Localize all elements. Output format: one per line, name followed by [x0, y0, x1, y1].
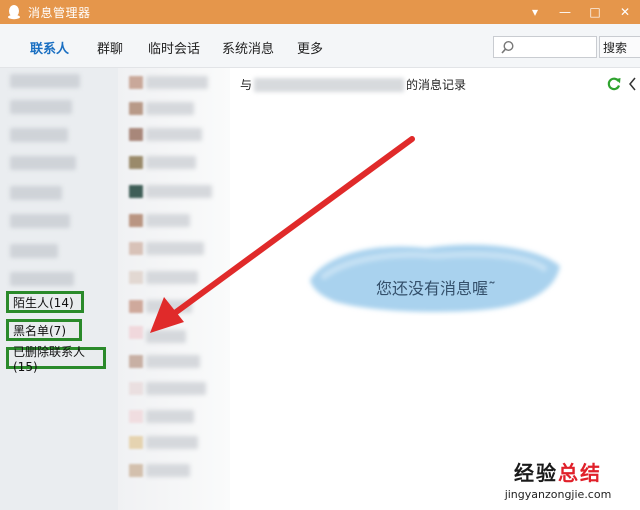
contact-name[interactable] — [146, 436, 198, 449]
message-record-panel: 与 的消息记录 您还没有消息喔˜ — [230, 68, 640, 510]
group-deleted-contacts[interactable]: 已删除联系人(15) — [6, 345, 106, 374]
contact-name[interactable] — [146, 102, 194, 115]
empty-message: 您还没有消息喔˜ — [376, 279, 497, 298]
watermark-url: jingyanzongjie.com — [504, 488, 612, 501]
tab-group-chat[interactable]: 群聊 — [97, 38, 123, 57]
contact-name[interactable] — [146, 271, 198, 284]
tab-contacts[interactable]: 联系人 — [30, 38, 69, 57]
collapse-arrow-icon[interactable] — [628, 74, 638, 98]
avatar — [129, 156, 143, 169]
avatar — [129, 185, 143, 198]
menu-dropdown-icon[interactable]: ▾ — [520, 0, 550, 24]
group-blacklist[interactable]: 黑名单(7) — [6, 319, 82, 341]
blurred-group[interactable] — [10, 186, 62, 200]
avatar — [129, 326, 143, 339]
group-strangers[interactable]: 陌生人(14) — [6, 291, 84, 313]
close-button[interactable]: ✕ — [610, 0, 640, 24]
avatar — [129, 128, 143, 141]
penguin-icon — [6, 4, 22, 20]
avatar — [129, 102, 143, 115]
avatar — [129, 242, 143, 255]
blurred-group[interactable] — [10, 272, 74, 286]
watermark-text: 经验 — [514, 461, 558, 485]
tab-system-message[interactable]: 系统消息 — [222, 38, 274, 57]
contact-name[interactable] — [146, 330, 186, 343]
avatar — [129, 300, 143, 313]
contact-name[interactable] — [146, 355, 200, 368]
refresh-icon[interactable] — [606, 76, 622, 96]
window-title: 消息管理器 — [28, 5, 91, 20]
search-icon — [500, 40, 515, 59]
minimize-button[interactable]: — — [550, 0, 580, 24]
search-input[interactable] — [520, 39, 594, 55]
avatar — [129, 382, 143, 395]
contact-name[interactable] — [146, 242, 204, 255]
contact-name[interactable] — [146, 156, 196, 169]
contact-name[interactable] — [146, 410, 194, 423]
avatar — [129, 410, 143, 423]
avatar — [129, 464, 143, 477]
record-header-prefix: 与 — [240, 78, 253, 92]
blurred-group[interactable] — [10, 128, 68, 142]
blurred-group[interactable] — [10, 74, 80, 88]
blurred-group[interactable] — [10, 100, 72, 114]
title-bar: 消息管理器 ▾ — □ ✕ — [0, 0, 640, 24]
blurred-contact-name — [254, 77, 405, 92]
contact-name[interactable] — [146, 128, 202, 141]
blurred-group[interactable] — [10, 214, 70, 228]
record-header: 与 的消息记录 — [240, 76, 466, 93]
blurred-group[interactable] — [10, 156, 76, 170]
contact-name[interactable] — [146, 300, 192, 313]
contact-name[interactable] — [146, 185, 212, 198]
tab-more[interactable]: 更多 — [297, 38, 323, 57]
contact-list — [118, 68, 230, 510]
maximize-button[interactable]: □ — [580, 0, 610, 24]
watermark: 经验总结 jingyanzongjie.com — [478, 457, 638, 501]
contact-group-list: 陌生人(14) 黑名单(7) 已删除联系人(15) — [0, 68, 118, 510]
avatar — [129, 355, 143, 368]
avatar — [129, 214, 143, 227]
search-button[interactable]: 搜索 — [599, 36, 640, 58]
watermark-accent-text: 总结 — [558, 461, 602, 485]
tab-bar: 联系人 群聊 临时会话 系统消息 更多 搜索 — [0, 24, 640, 68]
avatar — [129, 271, 143, 284]
avatar — [129, 76, 143, 89]
contact-name[interactable] — [146, 76, 208, 89]
record-header-suffix: 的消息记录 — [406, 78, 467, 92]
contact-name[interactable] — [146, 382, 206, 395]
contact-name[interactable] — [146, 214, 190, 227]
tab-temp-session[interactable]: 临时会话 — [148, 38, 200, 57]
avatar — [129, 436, 143, 449]
blurred-group[interactable] — [10, 244, 58, 258]
contact-name[interactable] — [146, 464, 190, 477]
search-box[interactable] — [493, 36, 597, 58]
